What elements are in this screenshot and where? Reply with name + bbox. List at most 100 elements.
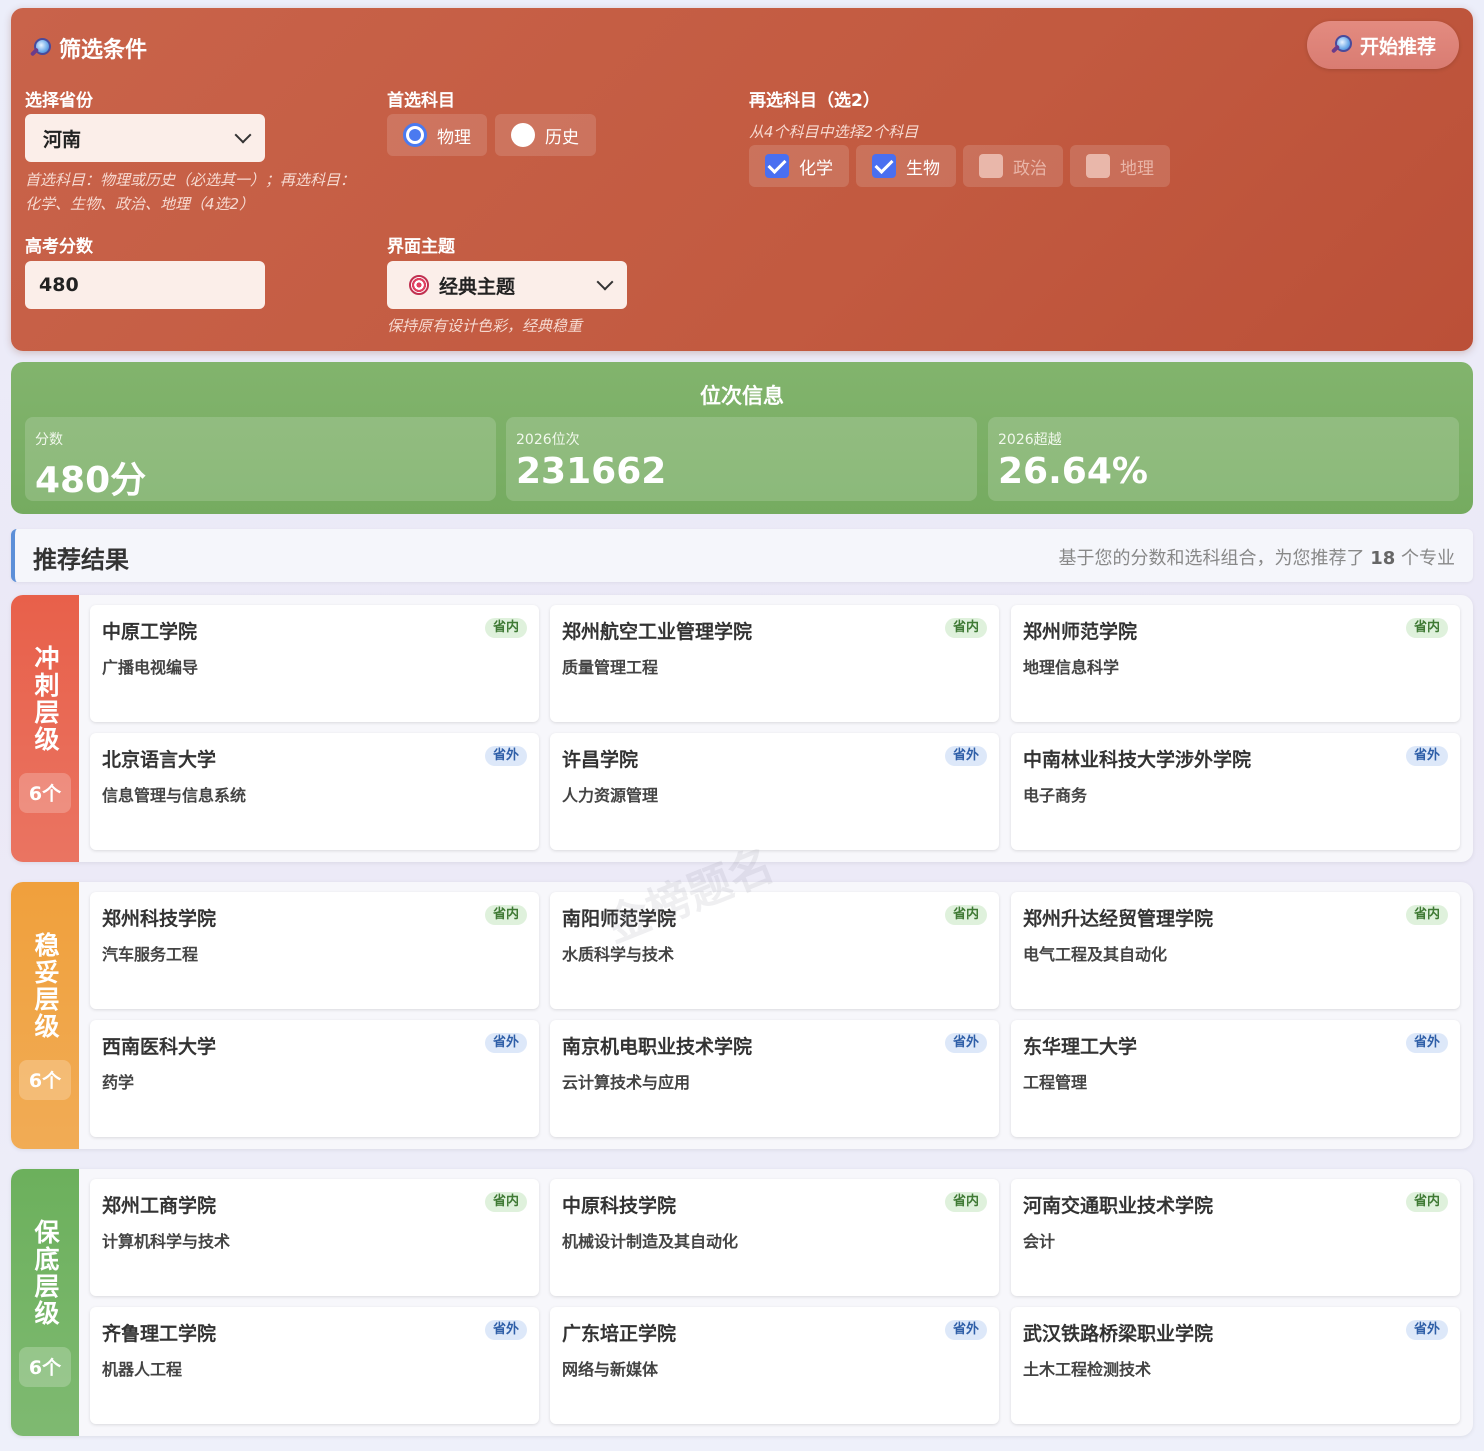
checkbox-checked-icon [765, 154, 789, 178]
location-badge: 省内 [944, 618, 987, 638]
location-badge: 省内 [944, 905, 987, 925]
results-header: 推荐结果 基于您的分数和选科组合，为您推荐了 18 个专业 [11, 529, 1473, 582]
school-card[interactable]: 南阳师范学院 水质科学与技术 省内 [550, 892, 999, 1009]
score-label: 高考分数 [25, 237, 93, 257]
location-badge: 省外 [944, 1033, 987, 1053]
location-badge: 省内 [1405, 618, 1448, 638]
rank-card-percent: 2026超越 26.64% [988, 417, 1459, 501]
filter-title: 筛选条件 [29, 32, 147, 64]
radio-selected-icon [403, 123, 427, 147]
school-name: 齐鲁理工学院 [102, 1323, 217, 1345]
school-card[interactable]: 中原科技学院 机械设计制造及其自动化 省内 [550, 1179, 999, 1296]
checkbox-geography-label: 地理 [1120, 158, 1154, 179]
rank-card-value: 26.64% [998, 451, 1148, 492]
rank-panel: 位次信息 分数 480分 2026位次 231662 2026超越 26.64% [11, 362, 1473, 514]
tier-name: 冲刺层级 [31, 644, 60, 753]
major-name: 工程管理 [1023, 1073, 1088, 1092]
school-card[interactable]: 郑州工商学院 计算机科学与技术 省内 [90, 1179, 539, 1296]
results-subtitle-prefix: 基于您的分数和选科组合，为您推荐了 [1058, 548, 1365, 569]
location-badge: 省内 [944, 1192, 987, 1212]
tier-name: 保底层级 [31, 1218, 60, 1327]
radio-history-label: 历史 [545, 127, 579, 148]
major-name: 信息管理与信息系统 [102, 786, 247, 805]
radio-history[interactable]: 历史 [495, 114, 596, 156]
school-card[interactable]: 武汉铁路桥梁职业学院 土木工程检测技术 省外 [1011, 1307, 1460, 1424]
results-title: 推荐结果 [33, 546, 129, 574]
checkbox-disabled-icon [1086, 154, 1110, 178]
location-badge: 省外 [484, 1320, 527, 1340]
rank-card-label: 2026超越 [998, 432, 1062, 448]
school-card[interactable]: 郑州科技学院 汽车服务工程 省内 [90, 892, 539, 1009]
school-name: 中原科技学院 [562, 1195, 677, 1217]
school-card[interactable]: 郑州航空工业管理学院 质量管理工程 省内 [550, 605, 999, 722]
school-name: 郑州升达经贸管理学院 [1023, 908, 1214, 930]
primary-subject-label: 首选科目 [387, 91, 455, 111]
chevron-down-icon [596, 273, 614, 291]
school-name: 中原工学院 [102, 621, 198, 643]
location-badge: 省外 [1405, 1320, 1448, 1340]
school-name: 南阳师范学院 [562, 908, 677, 930]
major-name: 水质科学与技术 [562, 945, 675, 964]
province-select[interactable]: 河南 [25, 114, 265, 162]
rank-card-label: 分数 [35, 432, 63, 448]
rank-card-score: 分数 480分 [25, 417, 496, 501]
tier-count: 6个 [19, 772, 71, 813]
school-card[interactable]: 郑州师范学院 地理信息科学 省内 [1011, 605, 1460, 722]
tier-sidebar: 稳妥层级 6个 [11, 882, 79, 1149]
checkbox-chemistry[interactable]: 化学 [749, 145, 849, 187]
school-card[interactable]: 许昌学院人力资源管理 省外 [550, 733, 999, 850]
province-value: 河南 [43, 128, 82, 151]
province-hint: 首选科目：物理或历史（必选其一）；再选科目：化学、生物、政治、地理（4选2） [25, 171, 356, 213]
checkbox-geography[interactable]: 地理 [1070, 145, 1170, 187]
rank-card-rank: 2026位次 231662 [506, 417, 977, 501]
filter-title-text: 筛选条件 [59, 38, 148, 63]
school-card[interactable]: 南京机电职业技术学院 云计算技术与应用 省外 [550, 1020, 999, 1137]
theme-select[interactable]: 经典主题 [387, 261, 627, 309]
major-name: 会计 [1023, 1232, 1056, 1251]
tier-count: 6个 [19, 1059, 71, 1100]
school-name: 郑州科技学院 [102, 908, 217, 930]
score-input[interactable] [25, 261, 265, 309]
location-badge: 省外 [1405, 746, 1448, 766]
major-name: 人力资源管理 [562, 786, 659, 805]
location-badge: 省外 [944, 746, 987, 766]
checkbox-politics[interactable]: 政治 [963, 145, 1063, 187]
tier-sidebar: 冲刺层级 6个 [11, 595, 79, 862]
school-name: 西南医科大学 [102, 1036, 217, 1058]
tier-section: 冲刺层级 6个 中原工学院 广播电视编导 省内 郑州航空工业管理学院 质量管理工程 省内 郑州师… [11, 595, 1473, 862]
tier-count: 6个 [19, 1346, 71, 1387]
school-card[interactable]: 中南林业科技大学涉外学院 电子商务 省外 [1011, 733, 1460, 850]
school-name: 武汉铁路桥梁职业学院 [1023, 1323, 1214, 1345]
school-card[interactable]: 郑州升达经贸管理学院 电气工程及其自动化 省内 [1011, 892, 1460, 1009]
school-card[interactable]: 广东培正学院 网络与新媒体 省外 [550, 1307, 999, 1424]
radio-physics[interactable]: 物理 [387, 114, 487, 156]
theme-value: 经典主题 [439, 275, 516, 298]
school-name: 南京机电职业技术学院 [562, 1036, 753, 1058]
school-name: 许昌学院 [562, 749, 639, 771]
chevron-down-icon [234, 126, 252, 144]
start-recommend-button[interactable]: 开始推荐 [1307, 21, 1459, 69]
school-card[interactable]: 西南医科大学 药学 省外 [90, 1020, 539, 1137]
school-card[interactable]: 北京语言大学 信息管理与信息系统 省外 [90, 733, 539, 850]
location-badge: 省外 [1405, 1033, 1448, 1053]
results-subtitle: 基于您的分数和选科组合，为您推荐了 18 个专业 [1058, 544, 1455, 570]
tier-sidebar: 保底层级 6个 [11, 1169, 79, 1436]
theme-hint: 保持原有设计色彩，经典稳重 [387, 317, 583, 335]
checkbox-biology[interactable]: 生物 [856, 145, 956, 187]
school-card[interactable]: 东华理工大学 工程管理 省外 [1011, 1020, 1460, 1137]
location-badge: 省内 [1405, 905, 1448, 925]
major-name: 广播电视编导 [102, 658, 199, 677]
major-name: 质量管理工程 [562, 658, 659, 677]
school-card[interactable]: 河南交通职业技术学院 会计 省内 [1011, 1179, 1460, 1296]
location-badge: 省外 [484, 746, 527, 766]
tier-section: 保底层级 6个 郑州工商学院 计算机科学与技术 省内 中原科技学院 机械设计制造及其自动化省… [11, 1169, 1473, 1436]
major-name: 土木工程检测技术 [1023, 1360, 1152, 1379]
school-name: 东华理工大学 [1023, 1036, 1138, 1058]
school-name: 郑州师范学院 [1023, 621, 1138, 643]
rank-card-value: 231662 [516, 451, 667, 492]
location-badge: 省外 [944, 1320, 987, 1340]
school-card[interactable]: 齐鲁理工学院 机器人工程 省外 [90, 1307, 539, 1424]
checkbox-politics-label: 政治 [1013, 158, 1047, 179]
checkbox-checked-icon [872, 154, 896, 178]
school-card[interactable]: 中原工学院 广播电视编导 省内 [90, 605, 539, 722]
